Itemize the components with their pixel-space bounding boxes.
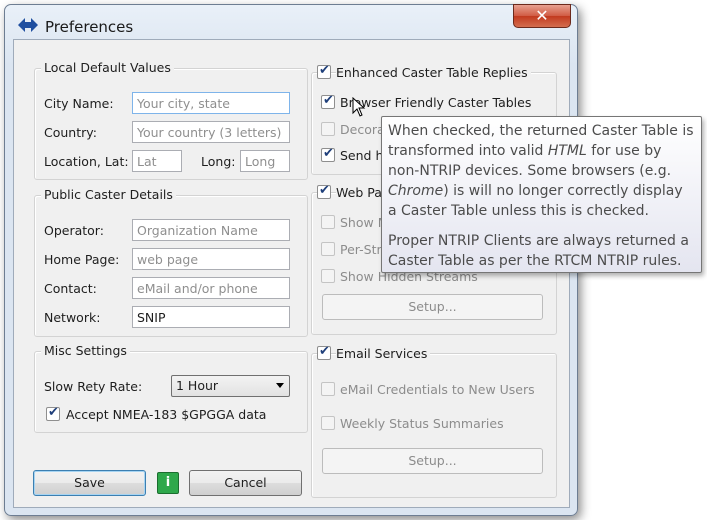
show-hidden-checkbox[interactable] [321,269,335,283]
group-title: Public Caster Details [41,187,176,202]
country-input[interactable] [132,121,290,143]
location-label: Location, Lat: [44,154,129,169]
web-pages-checkbox[interactable] [317,183,331,199]
tooltip-paragraph-1: When checked, the returned Caster Table … [388,123,694,219]
lat-input[interactable] [132,150,182,172]
browser-friendly-checkbox[interactable] [321,93,335,109]
enhanced-caster-checkbox[interactable] [317,63,331,79]
city-label: City Name: [44,96,114,111]
slow-rate-select[interactable]: 1 Hour [171,375,290,397]
info-button[interactable]: i [157,472,179,494]
weekly-summaries-checkbox[interactable] [321,416,335,430]
browser-friendly-tooltip: When checked, the returned Caster Table … [381,116,702,273]
country-label: Country: [44,125,97,140]
long-input[interactable] [240,150,290,172]
enhanced-caster-label: Enhanced Caster Table Replies [336,65,531,80]
operator-input[interactable] [132,219,290,241]
email-services-label: Email Services [336,346,431,361]
group-title: Local Default Values [41,60,174,75]
operator-label: Operator: [44,223,104,238]
save-button[interactable]: Save [33,470,146,496]
close-button[interactable]: ✕ [513,4,571,28]
contact-label: Contact: [44,281,97,296]
per-stream-checkbox[interactable] [321,242,335,256]
browser-friendly-label: Browser Friendly Caster Tables [340,95,532,110]
homepage-label: Home Page: [44,252,120,267]
email-services-checkbox[interactable] [317,344,331,360]
nmea-label: Accept NMEA-183 $GPGGA data [66,407,267,422]
homepage-input[interactable] [132,248,290,270]
contact-input[interactable] [132,277,290,299]
long-label: Long: [201,154,236,169]
window-title: Preferences [45,18,134,36]
chevron-down-icon [276,383,284,388]
double-arrow-icon [18,18,38,32]
dialog-body: Local Default Values City Name: Country:… [13,39,570,508]
show-checkbox[interactable] [321,215,335,229]
group-title: Misc Settings [41,343,130,358]
per-stream-label: Per-Str [340,242,382,257]
cancel-button[interactable]: Cancel [189,470,302,496]
nmea-checkbox[interactable] [46,405,60,421]
slow-rate-value: 1 Hour [176,378,219,393]
network-input[interactable] [132,306,290,328]
decorate-checkbox[interactable] [321,122,335,136]
email-credentials-label: eMail Credentials to New Users [340,382,535,397]
mouse-pointer-icon [352,97,366,117]
send-checkbox[interactable] [321,146,335,162]
send-label: Send h [340,148,384,163]
decorate-label: Decora [340,122,385,137]
email-credentials-checkbox[interactable] [321,382,335,396]
web-pages-label: Web Pa [336,185,385,200]
email-setup-button[interactable]: Setup... [322,448,543,474]
web-setup-button[interactable]: Setup... [322,294,543,320]
network-label: Network: [44,310,101,325]
weekly-summaries-label: Weekly Status Summaries [340,416,504,431]
city-input[interactable] [132,92,290,114]
slow-rate-label: Slow Rety Rate: [44,379,143,394]
close-icon: ✕ [535,6,549,25]
tooltip-paragraph-2: Proper NTRIP Clients are always returned… [388,233,689,269]
